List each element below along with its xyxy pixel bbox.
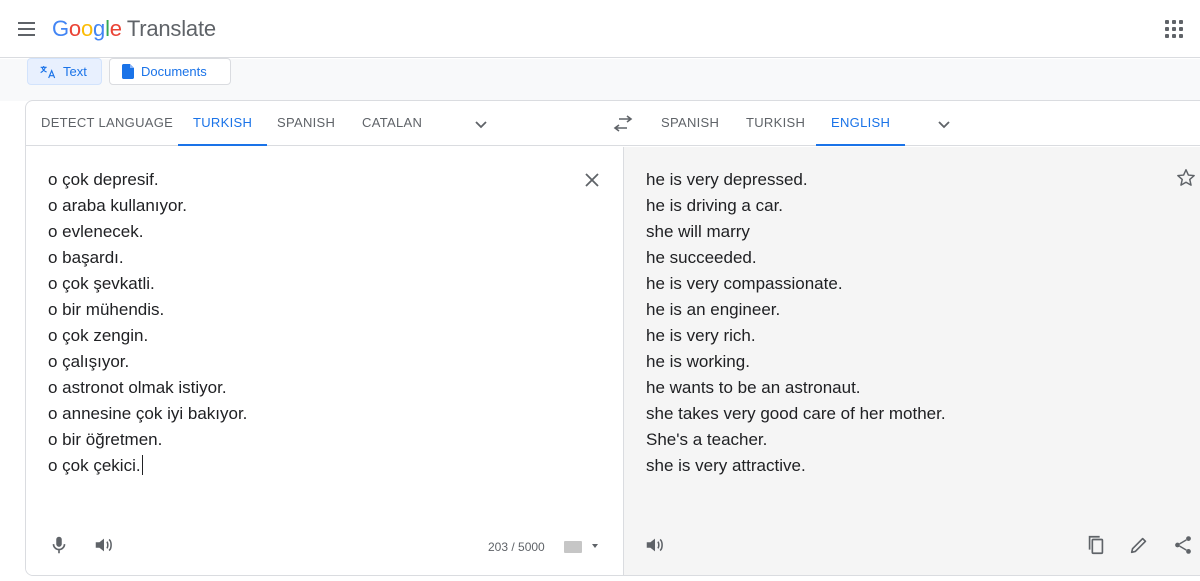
swap-languages-icon[interactable] (613, 115, 633, 133)
chevron-down-icon[interactable] (936, 116, 952, 132)
source-line: o başardı. (48, 248, 124, 267)
source-line: o evlenecek. (48, 222, 144, 241)
target-line: he is an engineer. (646, 300, 781, 319)
source-line-text: o çok çekici. (48, 456, 141, 475)
logo-letter: e (109, 16, 122, 41)
target-line: she will marry (646, 222, 750, 241)
target-line: she takes very good care of her mother. (646, 404, 946, 423)
main-menu-button[interactable] (17, 19, 37, 39)
target-line: he is very compassionate. (646, 274, 843, 293)
character-counter: 203 / 5000 (488, 540, 545, 554)
menu-bar (18, 34, 35, 36)
source-line: o araba kullanıyor. (48, 196, 187, 215)
source-line: o bir öğretmen. (48, 430, 163, 449)
target-lang-turkish[interactable]: Turkish (731, 101, 820, 146)
source-line: o annesine çok iyi bakıyor. (48, 404, 248, 423)
source-lang-detect[interactable]: Detect language (26, 101, 188, 146)
source-line: o astronot olmak istiyor. (48, 378, 227, 397)
microphone-icon[interactable] (48, 534, 70, 556)
target-lang-english[interactable]: English (816, 101, 906, 146)
chevron-down-icon[interactable] (473, 116, 489, 132)
target-line: he is driving a car. (646, 196, 784, 215)
star-icon[interactable] (1175, 167, 1197, 189)
logo-letter: o (80, 16, 94, 41)
logo-letter: g (93, 16, 106, 41)
language-bar: Detect language Turkish Spanish Catalan … (26, 101, 1200, 146)
app-header: Google Translate (0, 0, 1200, 58)
logo-letter: o (68, 16, 81, 41)
text-cursor (141, 455, 143, 475)
translate-icon (40, 65, 56, 78)
menu-bar (18, 22, 35, 24)
chevron-down-icon[interactable] (592, 544, 598, 548)
documents-mode-label: Documents (141, 64, 207, 79)
logo-letter: G (52, 16, 69, 41)
source-line-last: o çok çekici. (48, 453, 247, 479)
logo-product-name: Translate (126, 16, 216, 41)
target-line: he is very rich. (646, 326, 756, 345)
source-line: o çok depresif. (48, 170, 159, 189)
pencil-icon[interactable] (1128, 534, 1150, 556)
text-mode-label: Text (63, 64, 87, 79)
mode-bar: Text Documents (0, 58, 1200, 101)
target-line: he is working. (646, 352, 750, 371)
target-line: she is very attractive. (646, 456, 806, 475)
close-icon[interactable] (583, 171, 601, 189)
translated-text: he is very depressed. he is driving a ca… (646, 167, 946, 479)
source-lang-catalan[interactable]: Catalan (347, 101, 437, 146)
source-text[interactable]: o çok depresif. o araba kullanıyor. o ev… (48, 167, 247, 479)
share-icon[interactable] (1172, 534, 1194, 556)
google-translate-logo[interactable]: Google Translate (52, 16, 216, 42)
menu-bar (18, 28, 35, 30)
target-line: he succeeded. (646, 248, 757, 267)
target-lang-spanish[interactable]: Spanish (646, 101, 734, 146)
source-line: o bir mühendis. (48, 300, 165, 319)
apps-grid-icon[interactable] (1165, 20, 1183, 38)
speaker-icon[interactable] (93, 534, 115, 556)
target-line: he wants to be an astronaut. (646, 378, 861, 397)
text-mode-button[interactable]: Text (27, 58, 102, 85)
source-line: o çok zengin. (48, 326, 149, 345)
source-text-area[interactable]: o çok depresif. o araba kullanıyor. o ev… (26, 147, 622, 575)
source-lang-spanish[interactable]: Spanish (262, 101, 350, 146)
document-icon (122, 64, 134, 79)
source-lang-turkish[interactable]: Turkish (178, 101, 268, 146)
source-line: o çalışıyor. (48, 352, 130, 371)
translation-output: he is very depressed. he is driving a ca… (623, 147, 1200, 575)
target-line: She's a teacher. (646, 430, 768, 449)
speaker-icon[interactable] (644, 534, 666, 556)
keyboard-icon[interactable] (564, 541, 582, 553)
copy-icon[interactable] (1085, 534, 1107, 556)
source-line: o çok şevkatli. (48, 274, 155, 293)
translation-card: Detect language Turkish Spanish Catalan … (25, 100, 1200, 576)
target-line: he is very depressed. (646, 170, 808, 189)
documents-mode-button[interactable]: Documents (109, 58, 231, 85)
